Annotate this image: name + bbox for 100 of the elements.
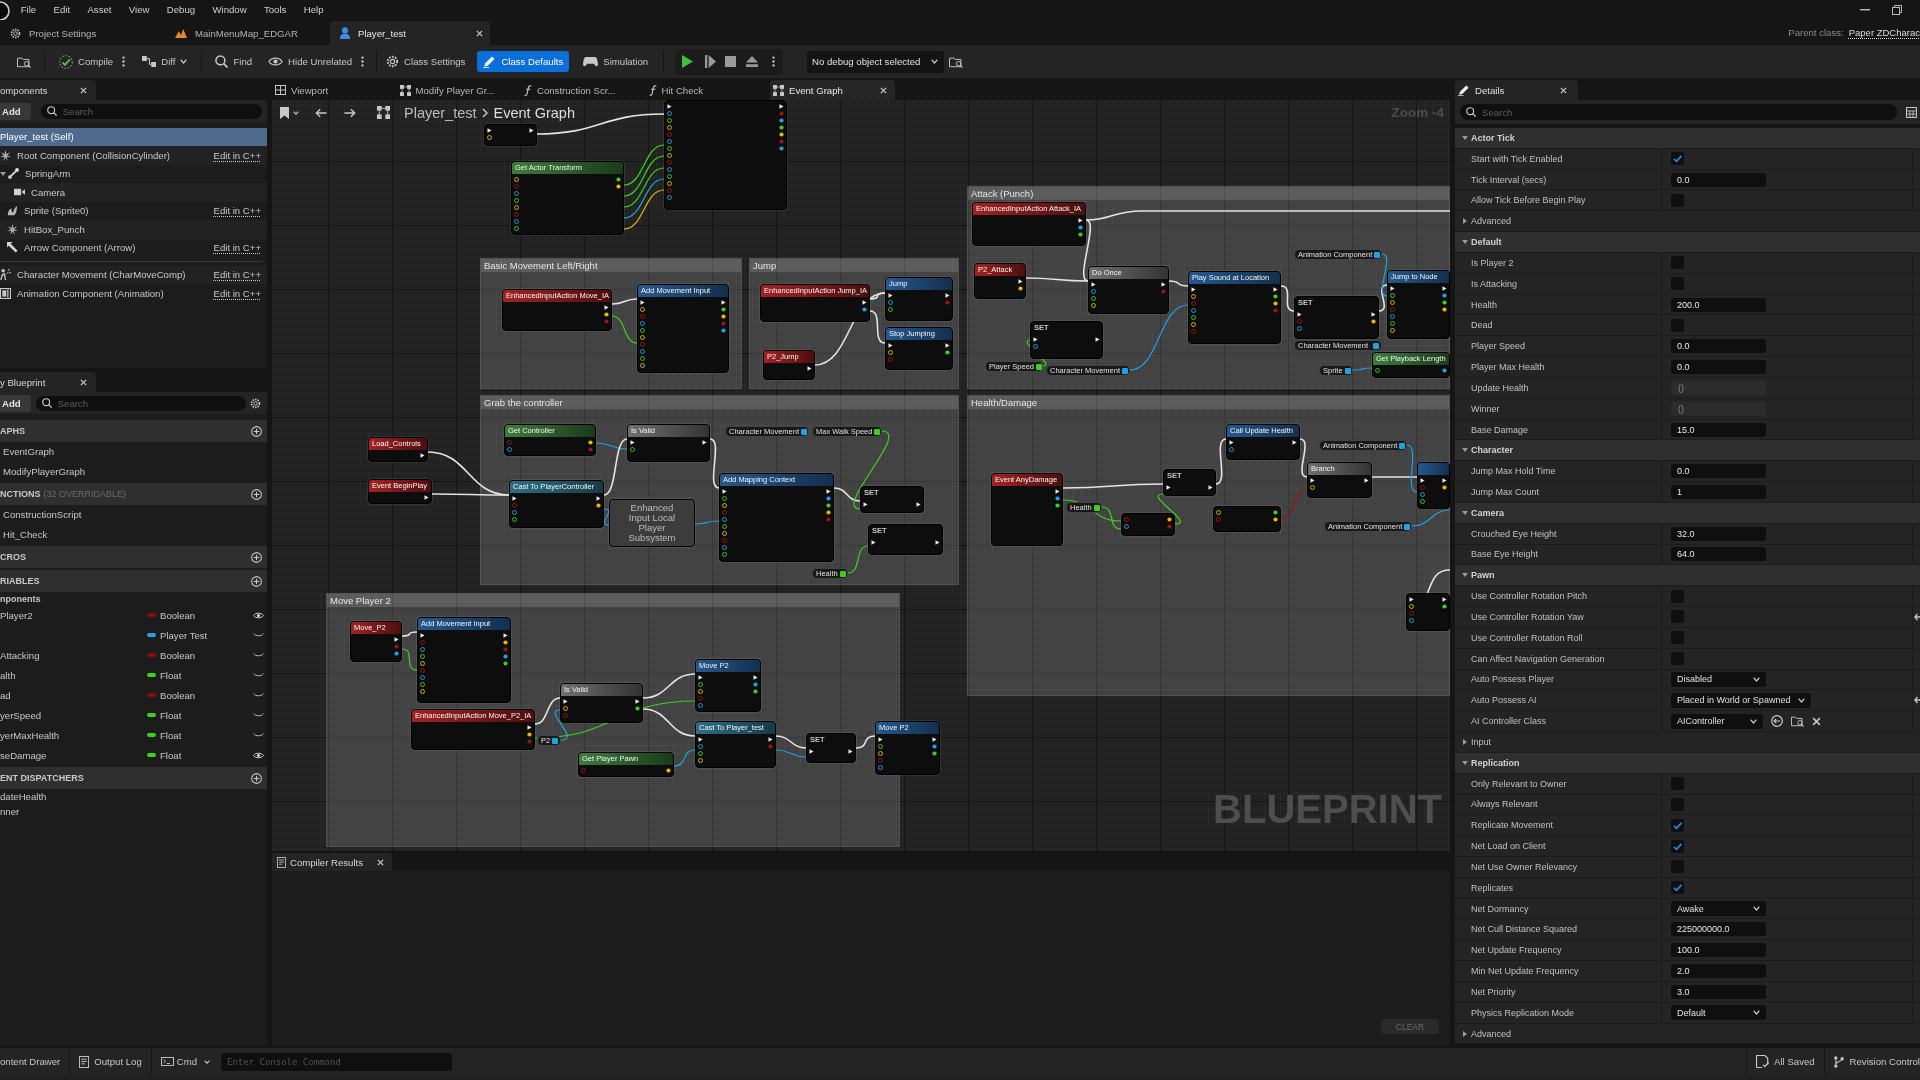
component-row[interactable]: Animation Component (Animation) Edit in C++	[0, 284, 267, 303]
graph-item[interactable]: ModifyPlayerGraph	[0, 461, 267, 481]
variable-row[interactable]: Attacking Boolean	[0, 645, 267, 665]
class-settings-button[interactable]: Class Settings	[383, 50, 469, 73]
graph-item[interactable]: EventGraph	[0, 442, 267, 462]
step-forward-icon[interactable]	[705, 55, 717, 68]
close-icon[interactable]	[80, 86, 87, 94]
graph-node[interactable]	[1213, 506, 1281, 532]
panel-tab[interactable]: Compiler Results	[272, 853, 392, 871]
table-icon[interactable]	[1906, 106, 1917, 118]
add-button[interactable]: Add	[0, 102, 31, 120]
dispatcher-item[interactable]: nner	[0, 804, 267, 819]
component-row[interactable]: HitBox_Punch	[0, 220, 267, 239]
component-row[interactable]: Arrow Component (Arrow) Edit in C++	[0, 238, 267, 257]
reset-arrow-icon[interactable]	[1914, 612, 1920, 621]
checkbox[interactable]	[1671, 881, 1684, 895]
settings-icon[interactable]	[250, 397, 261, 409]
logo-icon[interactable]	[0, 1, 10, 20]
search-field[interactable]: Search	[40, 103, 262, 119]
cmd-dropdown[interactable]: Cmd	[151, 1048, 210, 1075]
add-icon[interactable]	[251, 425, 262, 437]
closed-eye-icon[interactable]	[253, 733, 264, 737]
editor-tab[interactable]: Construction Scr...	[521, 80, 646, 100]
dropdown[interactable]: Default	[1671, 1005, 1766, 1021]
variable-row[interactable]: yerSpeed Float	[0, 705, 267, 725]
section-header[interactable]: APHS	[0, 420, 267, 442]
expand-arrow-icon[interactable]	[1463, 738, 1467, 745]
number-field[interactable]: 0.0	[1671, 464, 1766, 479]
forward-arrow-icon[interactable]	[344, 107, 356, 118]
closed-eye-icon[interactable]	[253, 673, 264, 677]
expand-arrow-icon[interactable]	[1462, 510, 1468, 515]
add-icon[interactable]	[251, 575, 262, 587]
document-tab[interactable]: Player_test	[330, 21, 490, 45]
editor-tab[interactable]: Event Graph	[770, 80, 895, 100]
close-icon[interactable]	[476, 29, 483, 37]
more-options-icon[interactable]	[361, 56, 365, 67]
graph-canvas[interactable]	[272, 100, 1450, 851]
editor-tab[interactable]: Hit Check	[645, 80, 770, 100]
menu-item[interactable]: Window	[203, 0, 256, 20]
number-field[interactable]: 100.0	[1671, 943, 1766, 958]
class-defaults-button[interactable]: Class Defaults	[477, 51, 570, 72]
debug-object-dropdown[interactable]: No debug object selected	[807, 50, 945, 73]
number-field[interactable]: 0.0	[1671, 172, 1766, 187]
checkbox[interactable]	[1671, 152, 1684, 166]
eye-icon[interactable]	[253, 751, 264, 759]
expand-arrow-icon[interactable]	[1463, 1030, 1467, 1037]
closed-eye-icon[interactable]	[253, 653, 264, 657]
closed-eye-icon[interactable]	[253, 633, 264, 637]
add-icon[interactable]	[251, 488, 262, 500]
content-drawer-button[interactable]: ontent Drawer	[0, 1048, 70, 1075]
number-field[interactable]: 225000000.0	[1671, 922, 1766, 937]
category-header[interactable]: Camera	[1455, 502, 1920, 524]
number-field[interactable]: 0.0	[1671, 360, 1766, 374]
find-button[interactable]: Find	[212, 50, 256, 73]
variable-row[interactable]: Player Test	[0, 625, 267, 645]
number-field[interactable]: 200.0	[1671, 297, 1766, 312]
hide-unrelated-button[interactable]: Hide Unrelated	[265, 50, 356, 73]
menu-item[interactable]: File	[12, 0, 45, 20]
breadcrumb-link[interactable]: Player_test	[404, 104, 477, 121]
dropdown[interactable]: Placed in World or Spawned	[1671, 692, 1812, 708]
expand-arrow-icon[interactable]	[1462, 135, 1468, 140]
graph-node[interactable]	[484, 124, 537, 146]
number-field[interactable]: 15.0	[1671, 422, 1766, 437]
bookmark-button[interactable]	[280, 106, 299, 119]
category-header[interactable]: Actor Tick	[1455, 128, 1920, 149]
graph-node[interactable]	[1406, 593, 1450, 631]
save-status-button[interactable]: All Saved	[1747, 1048, 1824, 1075]
add-icon[interactable]	[251, 551, 262, 563]
editor-tab[interactable]: Viewport	[272, 80, 397, 100]
class-dropdown[interactable]: AIController	[1671, 713, 1763, 729]
variable-row[interactable]: seDamage Float	[0, 745, 267, 765]
more-options-icon[interactable]	[772, 56, 776, 67]
graph-node[interactable]	[664, 100, 787, 210]
expand-arrow-icon[interactable]	[1462, 240, 1468, 245]
panel-tab[interactable]: Details	[1455, 80, 1578, 100]
component-row[interactable]: SpringArm	[0, 164, 267, 183]
closed-eye-icon[interactable]	[253, 693, 264, 697]
console-input[interactable]: Enter Console Command	[221, 1052, 452, 1071]
restore-icon[interactable]	[1892, 5, 1902, 15]
parent-class-link[interactable]: Paper ZDCharac	[1848, 27, 1920, 38]
checkbox[interactable]	[1671, 818, 1684, 832]
close-icon[interactable]	[80, 378, 87, 386]
component-row[interactable]: Root Component (CollisionCylinder) Edit in C++	[0, 146, 267, 165]
menu-item[interactable]: Tools	[255, 0, 296, 20]
component-row[interactable]: Camera	[0, 183, 267, 202]
function-item[interactable]: Hit_Check	[0, 524, 267, 544]
menu-item[interactable]: Help	[295, 0, 333, 20]
number-field[interactable]: 1	[1671, 485, 1766, 499]
edit-in-cpp-link[interactable]: Edit in C++	[213, 149, 261, 161]
edit-in-cpp-link[interactable]: Edit in C++	[213, 287, 261, 299]
expand-arrow-icon[interactable]	[0, 171, 6, 176]
graph-node[interactable]	[1121, 513, 1175, 536]
number-field[interactable]: 2.0	[1671, 964, 1766, 979]
number-field[interactable]: 32.0	[1671, 526, 1766, 541]
folder-search-icon[interactable]	[17, 55, 31, 68]
menu-item[interactable]: Debug	[158, 0, 204, 20]
stop-icon[interactable]	[725, 56, 737, 67]
close-icon[interactable]	[1560, 86, 1567, 94]
search-field[interactable]: Search	[1460, 104, 1897, 120]
menu-item[interactable]: Edit	[44, 0, 79, 20]
